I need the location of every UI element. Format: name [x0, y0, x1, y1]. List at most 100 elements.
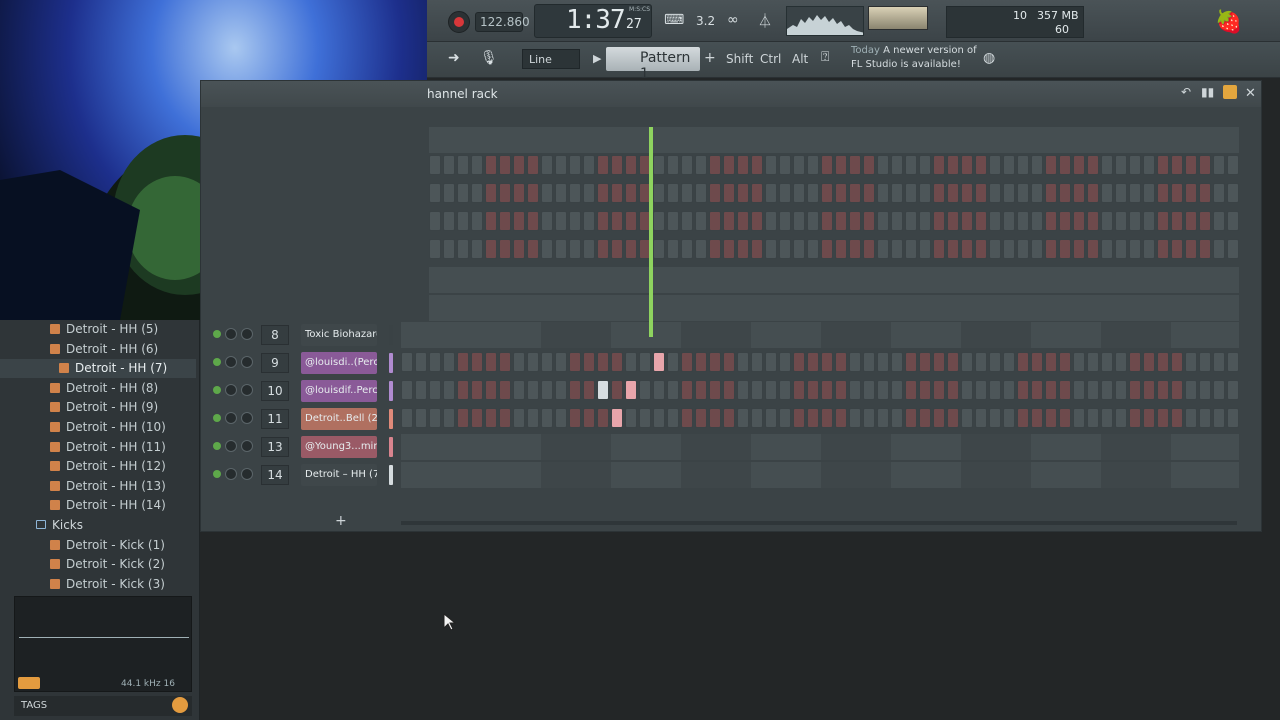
step-button[interactable]	[933, 380, 945, 400]
step-button[interactable]	[723, 352, 735, 372]
step-button[interactable]	[597, 408, 609, 428]
browser-item[interactable]: Detroit - HH (10)	[0, 418, 196, 437]
channel-mute-led[interactable]	[213, 386, 221, 394]
step-button[interactable]	[765, 380, 777, 400]
step-button[interactable]	[919, 352, 931, 372]
step-button[interactable]	[429, 380, 441, 400]
step-button[interactable]	[709, 408, 721, 428]
step-button[interactable]	[1115, 380, 1127, 400]
step-button[interactable]	[919, 408, 931, 428]
browser-item[interactable]: Detroit - HH (11)	[0, 438, 196, 457]
step-button[interactable]	[1157, 352, 1169, 372]
step-button[interactable]	[513, 380, 525, 400]
step-button[interactable]	[905, 380, 917, 400]
channel-mute-led[interactable]	[213, 414, 221, 422]
tags-bar[interactable]: TAGS	[14, 696, 192, 716]
step-button[interactable]	[471, 408, 483, 428]
channel-volume-knob[interactable]	[241, 328, 253, 340]
step-button[interactable]	[1101, 380, 1113, 400]
channel-select-bar[interactable]	[389, 437, 393, 457]
step-button[interactable]	[1003, 352, 1015, 372]
step-button[interactable]	[415, 380, 427, 400]
step-button[interactable]	[779, 380, 791, 400]
channel-pan-knob[interactable]	[225, 384, 237, 396]
step-button[interactable]	[1129, 352, 1141, 372]
step-button[interactable]	[1087, 408, 1099, 428]
step-button[interactable]	[569, 352, 581, 372]
step-button[interactable]	[583, 408, 595, 428]
browser-item[interactable]: Detroit - HH (9)	[0, 398, 196, 417]
step-button[interactable]	[611, 408, 623, 428]
browser-folder[interactable]: Kicks	[0, 516, 196, 535]
step-button[interactable]	[849, 380, 861, 400]
channel-mixer-track[interactable]: 9	[261, 353, 289, 373]
step-button[interactable]	[737, 408, 749, 428]
tempo-display[interactable]: 122.860	[475, 12, 530, 32]
step-button[interactable]	[1129, 380, 1141, 400]
step-button[interactable]	[1031, 352, 1043, 372]
step-button[interactable]	[653, 380, 665, 400]
preview-play-icon[interactable]	[18, 677, 40, 689]
master-volume-meter[interactable]	[868, 6, 928, 30]
channel-mute-led[interactable]	[213, 470, 221, 478]
browser-item[interactable]: Detroit - Kick (2)	[0, 555, 196, 574]
step-button[interactable]	[443, 352, 455, 372]
step-button[interactable]	[443, 380, 455, 400]
step-button[interactable]	[653, 408, 665, 428]
step-button[interactable]	[541, 352, 553, 372]
step-button[interactable]	[877, 380, 889, 400]
step-button[interactable]	[1185, 408, 1197, 428]
rack-titlebar[interactable]: hannel rack ✕ ▮▮ ↶	[201, 81, 1261, 107]
snap-mode-select[interactable]: Line	[522, 49, 580, 69]
step-button[interactable]	[639, 408, 651, 428]
step-button[interactable]	[1087, 380, 1099, 400]
step-button[interactable]	[569, 408, 581, 428]
step-button[interactable]	[1227, 408, 1239, 428]
channel-select-bar[interactable]	[389, 325, 393, 345]
step-button[interactable]	[835, 380, 847, 400]
step-button[interactable]	[765, 352, 777, 372]
step-button[interactable]	[1129, 408, 1141, 428]
browser-item[interactable]: Detroit - HH (13)	[0, 477, 196, 496]
step-button[interactable]	[751, 352, 763, 372]
step-button[interactable]	[807, 408, 819, 428]
step-button[interactable]	[653, 352, 665, 372]
step-button[interactable]	[1157, 380, 1169, 400]
step-button[interactable]	[695, 380, 707, 400]
step-button[interactable]	[611, 352, 623, 372]
browser-item[interactable]: Detroit - HH (5)	[0, 320, 196, 339]
step-button[interactable]	[849, 408, 861, 428]
channel-name-button[interactable]: @louisdif..Perc)	[301, 380, 377, 402]
step-button[interactable]	[681, 352, 693, 372]
typing-keyboard-icon[interactable]: ⌨	[664, 12, 684, 28]
step-button[interactable]	[443, 408, 455, 428]
step-button[interactable]	[667, 380, 679, 400]
channel-mixer-track[interactable]: 13	[261, 437, 289, 457]
step-button[interactable]	[947, 408, 959, 428]
step-button[interactable]	[555, 352, 567, 372]
channel-volume-knob[interactable]	[241, 440, 253, 452]
step-button[interactable]	[961, 352, 973, 372]
browser-item[interactable]: Detroit - HH (6)	[0, 340, 196, 359]
step-button[interactable]	[485, 352, 497, 372]
browser-item[interactable]: Detroit - HH (7)	[0, 359, 196, 379]
step-button[interactable]	[793, 352, 805, 372]
step-button[interactable]	[1199, 380, 1211, 400]
step-button[interactable]	[975, 380, 987, 400]
step-button[interactable]	[989, 408, 1001, 428]
step-button[interactable]	[961, 380, 973, 400]
undo-icon[interactable]: ↶	[1181, 85, 1191, 99]
step-button[interactable]	[1003, 380, 1015, 400]
step-button[interactable]	[583, 380, 595, 400]
step-button[interactable]	[597, 380, 609, 400]
step-button[interactable]	[625, 352, 637, 372]
step-button[interactable]	[1115, 352, 1127, 372]
step-button[interactable]	[569, 380, 581, 400]
microphone-icon[interactable]: 🎙	[480, 50, 498, 66]
step-button[interactable]	[709, 380, 721, 400]
step-button[interactable]	[429, 408, 441, 428]
close-icon[interactable]: ✕	[1245, 86, 1256, 101]
piano-roll-preview[interactable]	[401, 322, 1239, 348]
step-button[interactable]	[1017, 380, 1029, 400]
step-button[interactable]	[457, 408, 469, 428]
